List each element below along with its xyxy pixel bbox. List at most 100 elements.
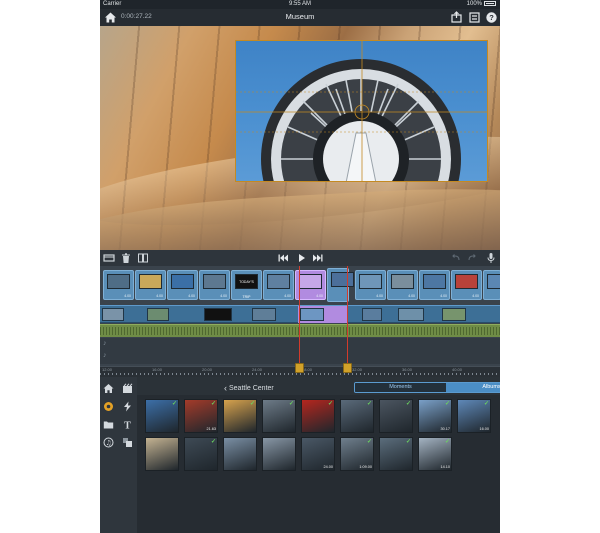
photo-thumbnail[interactable]: ✓ 16.00 xyxy=(457,399,491,433)
music-icon[interactable]: ♫ xyxy=(103,437,114,448)
ruler-tick-label: 40.00 xyxy=(452,367,463,372)
track-segment[interactable] xyxy=(398,308,424,321)
timeline-clip[interactable] xyxy=(483,270,500,300)
ruler-tick-label: 12.00 xyxy=(102,367,113,372)
timeline-clip[interactable]: 4.00 xyxy=(387,270,418,300)
photo-thumbnail[interactable]: ✓ xyxy=(340,399,374,433)
timeline-clip[interactable]: 4.00 xyxy=(419,270,450,300)
checkmark-icon: ✓ xyxy=(444,439,450,445)
timeline-clip[interactable] xyxy=(327,268,354,302)
undo-icon[interactable] xyxy=(450,252,462,264)
track-segment[interactable] xyxy=(252,308,276,321)
tab-moments[interactable]: Moments xyxy=(355,383,446,392)
photo-thumbnail[interactable]: ✓ 14.10 xyxy=(418,437,452,471)
share-icon[interactable] xyxy=(450,11,463,24)
trim-marker-in[interactable] xyxy=(295,363,304,373)
timeline-clip[interactable]: TODAY'S TRIP xyxy=(231,270,262,300)
playhead-end[interactable] xyxy=(347,266,348,376)
photo-duration: 24.00 xyxy=(323,465,333,469)
microphone-icon[interactable] xyxy=(485,252,497,264)
svg-text:?: ? xyxy=(489,13,494,22)
split-clip-icon[interactable] xyxy=(137,252,149,264)
timeline-clip[interactable]: 4.00 xyxy=(263,270,294,300)
clip-duration: 4.00 xyxy=(472,294,479,298)
settings-icon[interactable] xyxy=(468,11,481,24)
timeline-clip[interactable]: 4.00 xyxy=(103,270,134,300)
home-icon[interactable] xyxy=(103,383,114,394)
timeline[interactable]: 4.00 4.00 4.00 4.00 TODAY'S TRIP 4.00 4.00 4.00… xyxy=(100,266,500,376)
photo-thumbnail[interactable]: ✓ xyxy=(379,437,413,471)
track-segment[interactable] xyxy=(442,308,466,321)
effects-icon[interactable] xyxy=(122,437,133,448)
photo-thumbnail[interactable]: ✓ 21.63 xyxy=(184,399,218,433)
media-sidebar: T ♫ xyxy=(100,377,137,533)
timeline-clip[interactable]: 4.00 xyxy=(199,270,230,300)
tab-albums[interactable]: Albums xyxy=(446,383,500,392)
timeline-clip[interactable]: 4.00 xyxy=(451,270,482,300)
checkmark-icon: ✓ xyxy=(249,401,255,407)
track-segment[interactable] xyxy=(204,308,232,321)
skip-back-icon[interactable] xyxy=(277,252,289,264)
folder-icon[interactable] xyxy=(103,419,114,430)
photo-thumbnail[interactable] xyxy=(145,437,179,471)
skip-forward-icon[interactable] xyxy=(312,252,324,264)
track-segment[interactable] xyxy=(300,308,324,321)
crop-frame[interactable] xyxy=(235,40,488,182)
clip-duration: 4.00 xyxy=(156,294,163,298)
photo-thumbnail[interactable]: ✓ xyxy=(301,399,335,433)
track-segment[interactable] xyxy=(147,308,169,321)
clip-duration: 4.00 xyxy=(284,294,291,298)
checkmark-icon: ✓ xyxy=(210,439,216,445)
storyboard-icon[interactable] xyxy=(103,252,115,264)
help-icon[interactable]: ? xyxy=(485,11,498,24)
photo-thumbnail[interactable] xyxy=(223,437,257,471)
clip-thumbnail xyxy=(171,274,194,289)
title-bar: 0:00:27.22 Museum ? xyxy=(100,9,500,26)
checkmark-icon: ✓ xyxy=(210,401,216,407)
timeline-clip[interactable]: 4.00 xyxy=(135,270,166,300)
clip-duration: 4.00 xyxy=(316,294,323,298)
playhead-start[interactable] xyxy=(299,266,300,376)
transitions-icon[interactable] xyxy=(122,401,133,412)
clip-thumbnail xyxy=(487,274,500,289)
photo-thumbnail[interactable]: ✓ 30.17 xyxy=(418,399,452,433)
battery-status: 100% xyxy=(467,0,496,9)
checkmark-icon: ✓ xyxy=(288,401,294,407)
play-icon[interactable] xyxy=(295,252,307,264)
checkmark-icon: ✓ xyxy=(444,401,450,407)
photo-thumbnail[interactable]: 24.00 xyxy=(301,437,335,471)
photo-thumbnail[interactable]: ✓ xyxy=(223,399,257,433)
trim-marker-out[interactable] xyxy=(343,363,352,373)
redo-icon[interactable] xyxy=(466,252,478,264)
track-segment[interactable] xyxy=(102,308,124,321)
timeline-clip[interactable]: 4.00 xyxy=(167,270,198,300)
clip-duration: 4.00 xyxy=(220,294,227,298)
back-button[interactable]: ‹ Seattle Center xyxy=(224,382,274,393)
video-library-icon[interactable] xyxy=(122,383,133,394)
photo-thumbnail[interactable]: ✓ xyxy=(262,399,296,433)
clip-duration: 4.00 xyxy=(408,294,415,298)
clip-thumbnail: TODAY'S TRIP xyxy=(235,274,258,299)
photo-thumbnail[interactable]: ✓ xyxy=(145,399,179,433)
audio-track-2[interactable]: ♪ ♪ xyxy=(100,338,500,364)
clip-thumbnail xyxy=(267,274,290,289)
photo-thumbnail[interactable]: ✓ xyxy=(379,399,413,433)
clip-duration: 4.00 xyxy=(124,294,131,298)
photos-icon[interactable] xyxy=(103,401,114,412)
photo-thumbnail[interactable]: ✓ xyxy=(184,437,218,471)
clip-thumbnail xyxy=(391,274,414,289)
video-clips-track[interactable]: 4.00 4.00 4.00 4.00 TODAY'S TRIP 4.00 4.00 4.00… xyxy=(100,266,500,303)
checkmark-icon: ✓ xyxy=(327,401,333,407)
track-segment[interactable] xyxy=(362,308,382,321)
timeline-clip[interactable]: 4.00 xyxy=(355,270,386,300)
transport-bar xyxy=(100,250,500,266)
trash-icon[interactable] xyxy=(120,252,132,264)
ruler-tick-label: 32.00 xyxy=(352,367,363,372)
photo-duration: 1:09.00 xyxy=(359,465,372,469)
main-video-track[interactable] xyxy=(100,305,500,323)
text-title-icon[interactable]: T xyxy=(122,419,133,431)
photo-thumbnail[interactable] xyxy=(262,437,296,471)
audio-track-1[interactable] xyxy=(100,324,500,337)
video-preview[interactable] xyxy=(100,26,500,250)
photo-thumbnail[interactable]: ✓ 1:09.00 xyxy=(340,437,374,471)
